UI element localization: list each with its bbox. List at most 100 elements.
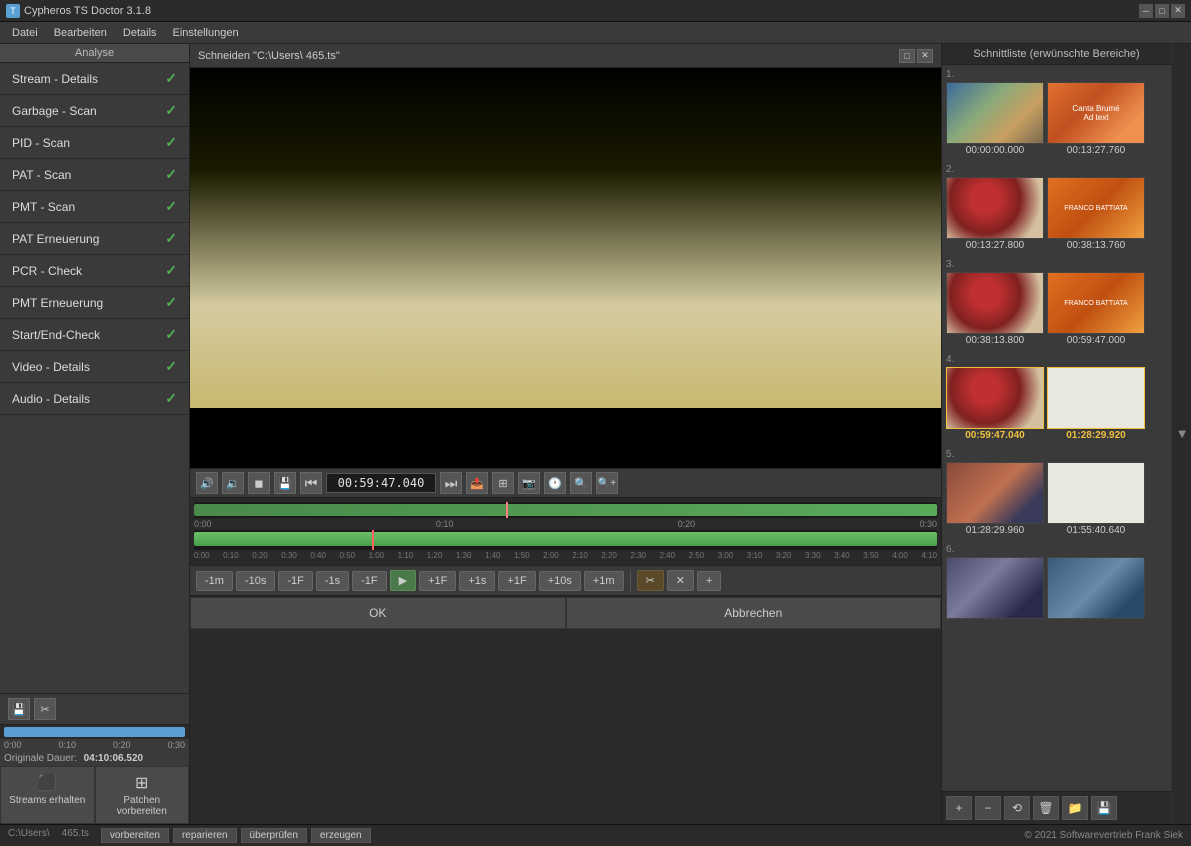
content-area: Schneiden "C:\Users\ 465.ts" □ ✕ 🔊 🔉 ◼ 💾 [190, 44, 941, 824]
timeline-top-labels: 0:00 0:10 0:20 0:30 [190, 518, 941, 530]
cut-icon-btn[interactable]: ✂ [34, 698, 56, 720]
sidebar-item-stream-details[interactable]: Stream - Details ✓ [0, 63, 189, 95]
app-title: Cypheros TS Doctor 3.1.8 [24, 5, 151, 17]
erzeugen-btn[interactable]: erzeugen [311, 828, 371, 843]
minus-1f-btn[interactable]: -1F [278, 571, 313, 591]
progress-bar [4, 727, 185, 737]
play-btn[interactable]: ▶ [390, 570, 416, 591]
add-mark-btn[interactable]: + [697, 571, 721, 591]
minus-1s-btn[interactable]: -1s [316, 571, 349, 591]
minimize-button[interactable]: ─ [1139, 4, 1153, 18]
grid-btn[interactable]: ⊞ [492, 472, 514, 494]
check-video-details: ✓ [165, 358, 177, 375]
progress-container [0, 725, 189, 739]
waveform-area [190, 408, 941, 468]
patchen-vorbereiten-btn[interactable]: ⊞ Patchen vorbereiten [95, 766, 190, 824]
sidebar-item-pat-erneuerung[interactable]: PAT Erneuerung ✓ [0, 223, 189, 255]
cut-thumb-1-start[interactable] [946, 82, 1044, 144]
video-frame [190, 68, 941, 408]
cut-window-restore-btn[interactable]: □ [899, 49, 915, 63]
add-cut-btn[interactable]: + [946, 796, 972, 820]
stop-btn[interactable]: ◼ [248, 472, 270, 494]
minus-1frame-btn[interactable]: -1F [352, 571, 387, 591]
cancel-button[interactable]: Abbrechen [566, 597, 942, 629]
title-bar: T Cypheros TS Doctor 3.1.8 ─ □ ✕ [0, 0, 1191, 22]
cut-thumb-6-start[interactable] [946, 557, 1044, 619]
maximize-button[interactable]: □ [1155, 4, 1169, 18]
cut-thumb-3-start[interactable] [946, 272, 1044, 334]
menu-details[interactable]: Details [115, 25, 165, 41]
plus-1s-btn[interactable]: +1s [459, 571, 495, 591]
cut-thumb-1-end[interactable]: Canta BruméAd text [1047, 82, 1145, 144]
right-edge-panel: ▶ [1171, 44, 1191, 824]
cut-thumb-5-start[interactable] [946, 462, 1044, 524]
cut-thumb-2-end[interactable]: FRANCO BATTIATA [1047, 177, 1145, 239]
reparieren-btn[interactable]: reparieren [173, 828, 237, 843]
close-button[interactable]: ✕ [1171, 4, 1185, 18]
check-audio-details: ✓ [165, 390, 177, 407]
sidebar-item-start-end-check[interactable]: Start/End-Check ✓ [0, 319, 189, 351]
transport-bar: 🔊 🔉 ◼ 💾 ⏮ 00:59:47.040 ⏭ 📤 ⊞ 📷 🕐 🔍 🔍+ [190, 468, 941, 498]
ok-button[interactable]: OK [190, 597, 566, 629]
cut-thumb-4-start[interactable] [946, 367, 1044, 429]
patchen-icon: ⊞ [100, 773, 185, 793]
check-pid-scan: ✓ [165, 134, 177, 151]
menu-datei[interactable]: Datei [4, 25, 46, 41]
menu-einstellungen[interactable]: Einstellungen [165, 25, 247, 41]
video-preview [190, 68, 941, 408]
action-buttons: ⬛ Streams erhalten ⊞ Patchen vorbereiten [0, 766, 189, 824]
zoom-in-btn[interactable]: 🔍+ [596, 472, 618, 494]
zoom-out-btn[interactable]: 🔍 [570, 472, 592, 494]
cut-window-close-btn[interactable]: ✕ [917, 49, 933, 63]
save-frame-btn[interactable]: 💾 [274, 472, 296, 494]
remove-cut-btn[interactable]: − [975, 796, 1001, 820]
cut-thumb-3-end[interactable]: FRANCO BATTIATA [1047, 272, 1145, 334]
sidebar-item-pat-scan[interactable]: PAT - Scan ✓ [0, 159, 189, 191]
sidebar-item-video-details[interactable]: Video - Details ✓ [0, 351, 189, 383]
sidebar-item-garbage-scan[interactable]: Garbage - Scan ✓ [0, 95, 189, 127]
skip-end-btn[interactable]: ⏭ [440, 472, 462, 494]
timeline-area[interactable]: 0:00 0:10 0:20 0:30 0:00 0:10 0:20 0 [190, 498, 941, 566]
plus-1m-btn[interactable]: +1m [584, 571, 624, 591]
folder-cut-btn[interactable]: 📁 [1062, 796, 1088, 820]
plus-1frame-btn[interactable]: +1F [419, 571, 456, 591]
copyright-text: © 2021 Softwarevertrieb Frank Siek [1024, 830, 1183, 841]
camera-btn[interactable]: 📷 [518, 472, 540, 494]
plus-1f-btn[interactable]: +1F [498, 571, 535, 591]
volume-low-btn[interactable]: 🔉 [222, 472, 244, 494]
ueberpruefen-btn[interactable]: überprüfen [241, 828, 307, 843]
sidebar-item-pid-scan[interactable]: PID - Scan ✓ [0, 127, 189, 159]
app-icon: T [6, 4, 20, 18]
cut-thumb-2-start[interactable] [946, 177, 1044, 239]
delete-cut-btn[interactable]: 🗑 [1033, 796, 1059, 820]
delete-mark-btn[interactable]: ✕ [667, 570, 694, 591]
cut-thumb-5-end[interactable] [1047, 462, 1145, 524]
export-btn[interactable]: 📤 [466, 472, 488, 494]
sidebar-item-audio-details[interactable]: Audio - Details ✓ [0, 383, 189, 415]
streams-icon: ⬛ [5, 773, 90, 793]
cut-entry-1: 1. 00:00:00.000 Canta BruméAd text [946, 69, 1167, 156]
sidebar-icon-bar: 💾 ✂ [0, 694, 189, 725]
minus-1m-btn[interactable]: -1m [196, 571, 233, 591]
cut-mark-btn[interactable]: ✂ [637, 570, 664, 591]
status-file: 465.ts [62, 828, 89, 843]
clock-btn[interactable]: 🕐 [544, 472, 566, 494]
cut-list[interactable]: 1. 00:00:00.000 Canta BruméAd text [942, 65, 1171, 791]
save-icon-btn[interactable]: 💾 [8, 698, 30, 720]
cut-thumb-6-end[interactable] [1047, 557, 1145, 619]
sidebar-item-pmt-erneuerung[interactable]: PMT Erneuerung ✓ [0, 287, 189, 319]
streams-erhalten-btn[interactable]: ⬛ Streams erhalten [0, 766, 95, 824]
right-edge-icon[interactable]: ▶ [1176, 430, 1187, 438]
minus-10s-btn[interactable]: -10s [236, 571, 275, 591]
save-cut-btn[interactable]: 💾 [1091, 796, 1117, 820]
vorbereiten-btn[interactable]: vorbereiten [101, 828, 169, 843]
sidebar-item-pmt-scan[interactable]: PMT - Scan ✓ [0, 191, 189, 223]
sidebar-item-pcr-check[interactable]: PCR - Check ✓ [0, 255, 189, 287]
skip-start-btn[interactable]: ⏮ [300, 472, 322, 494]
plus-10s-btn[interactable]: +10s [539, 571, 581, 591]
volume-high-btn[interactable]: 🔊 [196, 472, 218, 494]
cut-thumb-4-end[interactable] [1047, 367, 1145, 429]
refresh-cut-btn[interactable]: ⟲ [1004, 796, 1030, 820]
progress-labels: 0:00 0:10 0:20 0:30 [0, 739, 189, 751]
menu-bearbeiten[interactable]: Bearbeiten [46, 25, 115, 41]
